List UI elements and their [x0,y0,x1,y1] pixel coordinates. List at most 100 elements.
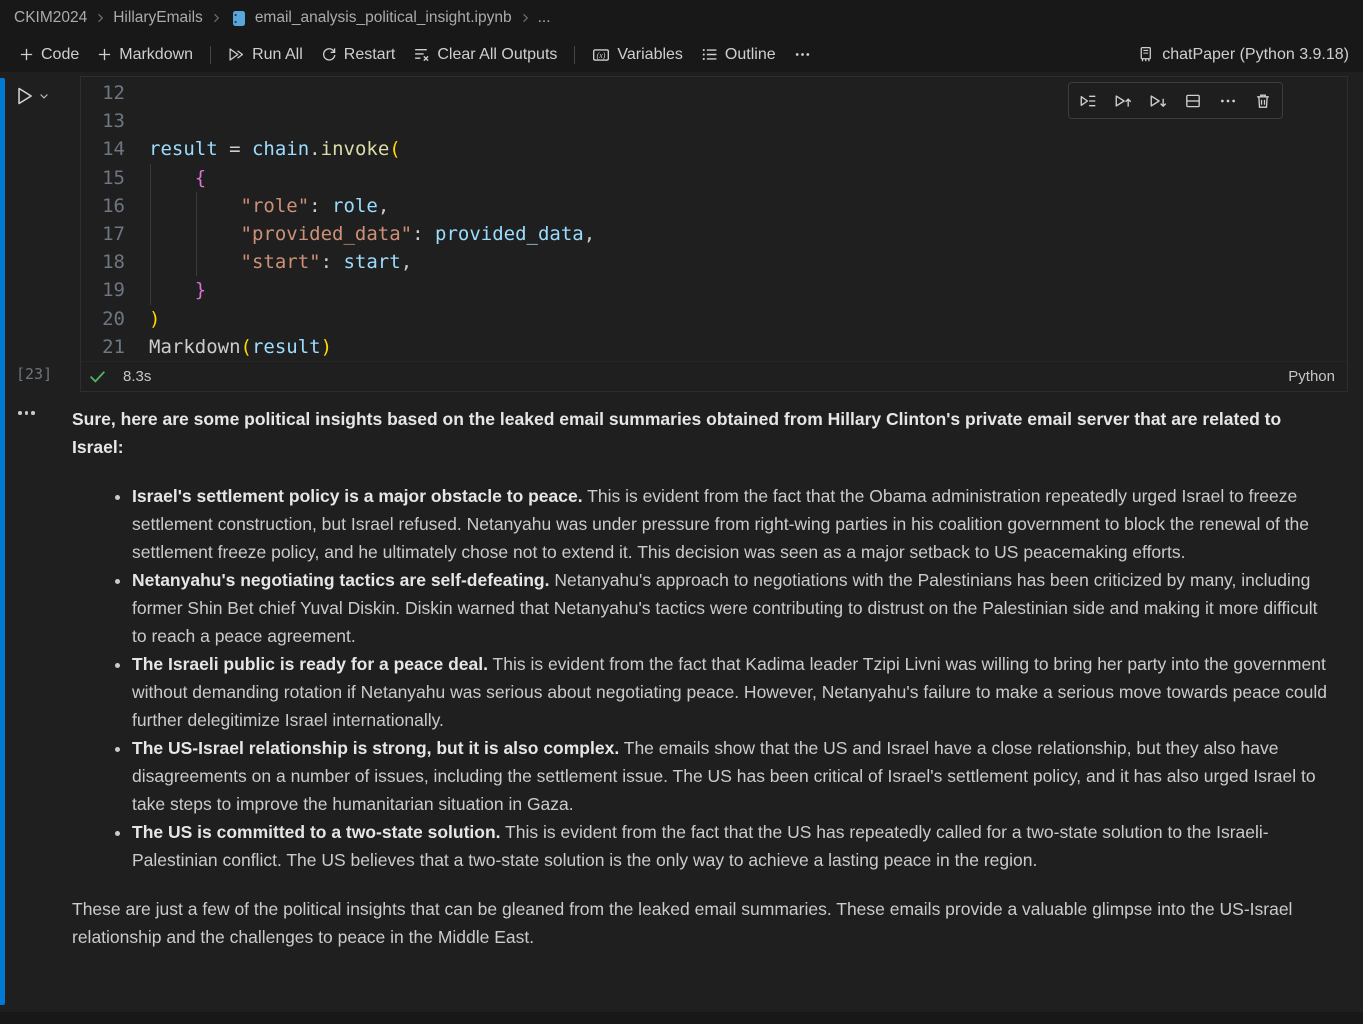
indent-guide [150,192,151,220]
code-line[interactable]: 16 "role": role, [81,192,1347,220]
ellipsis-icon [31,411,35,415]
code-text[interactable]: "provided_data": provided_data, [149,220,1347,248]
indent-guide [196,220,197,248]
chevron-right-icon [519,12,531,24]
split-cell-icon [1184,92,1202,110]
code-text[interactable]: result = chain.invoke( [149,135,1347,163]
more-cell-actions-button[interactable] [1215,88,1241,114]
toolbar-separator [210,46,211,64]
clear-all-outputs-button[interactable]: Clear All Outputs [404,42,566,68]
restart-icon [321,47,337,63]
delete-cell-button[interactable] [1250,88,1276,114]
code-line[interactable]: 18 "start": start, [81,248,1347,276]
code-text[interactable]: ) [149,305,1347,333]
list-item: Israel's settlement policy is a major ob… [132,482,1334,566]
line-number: 12 [81,79,125,107]
chevron-down-icon[interactable] [38,90,50,102]
add-code-cell-button[interactable]: Code [10,42,88,68]
outline-icon [701,46,718,63]
notebook-file-icon [231,10,246,27]
code-text[interactable]: { [149,164,1347,192]
more-actions-button[interactable] [785,42,820,67]
insight-list: Israel's settlement policy is a major ob… [72,482,1334,874]
code-text[interactable]: Markdown(result) [149,333,1347,361]
insight-title: Netanyahu's negotiating tactics are self… [132,570,549,590]
output-menu-button[interactable] [16,407,37,419]
insight-title: The Israeli public is ready for a peace … [132,654,488,674]
add-markdown-label: Markdown [119,46,193,64]
clear-all-outputs-label: Clear All Outputs [437,46,557,64]
insight-title: Israel's settlement policy is a major ob… [132,486,583,506]
code-line[interactable]: 20) [81,305,1347,333]
ellipsis-icon [25,411,29,415]
code-line[interactable]: 17 "provided_data": provided_data, [81,220,1347,248]
insight-title: The US is committed to a two-state solut… [132,822,501,842]
run-all-label: Run All [252,46,303,64]
trash-icon [1254,92,1272,110]
notebook-cell-area: 121314result = chain.invoke(15 {16 "role… [0,72,1363,1012]
code-line[interactable]: 19 } [81,276,1347,304]
plus-icon [97,47,112,62]
kernel-icon [1137,46,1154,63]
run-cell-button[interactable] [13,85,50,107]
breadcrumb-item-folder[interactable]: HillaryEmails [113,9,203,27]
code-cell-editor: 121314result = chain.invoke(15 {16 "role… [80,76,1348,392]
run-all-icon [228,46,245,63]
breadcrumb-item-more[interactable]: ... [538,9,551,27]
execute-cell-and-below-button[interactable] [1145,88,1171,114]
kernel-picker-button[interactable]: chatPaper (Python 3.9.18) [1137,36,1349,73]
indent-guide [150,164,151,192]
list-item: Netanyahu's negotiating tactics are self… [132,566,1334,650]
code-line[interactable]: 15 { [81,164,1347,192]
code-text[interactable]: } [149,276,1347,304]
plus-icon [19,47,34,62]
restart-label: Restart [344,46,396,64]
code-lines[interactable]: 121314result = chain.invoke(15 {16 "role… [81,77,1347,361]
indent-guide [196,248,197,276]
execute-above-cells-button[interactable] [1110,88,1136,114]
toolbar-separator [574,46,575,64]
play-icon [13,85,35,107]
output-outro-paragraph: These are just a few of the political in… [72,895,1334,951]
line-number: 18 [81,248,125,276]
outline-button[interactable]: Outline [692,42,785,68]
list-item: The US-Israel relationship is strong, bu… [132,734,1334,818]
execution-count: [23] [16,365,52,383]
variables-label: Variables [617,46,683,64]
add-code-label: Code [41,46,79,64]
run-by-line-button[interactable] [1075,88,1101,114]
line-number: 21 [81,333,125,361]
indent-guide [150,276,151,304]
code-text[interactable]: "role": role, [149,192,1347,220]
output-intro-paragraph: Sure, here are some political insights b… [72,405,1334,461]
ellipsis-icon [1219,92,1237,110]
ellipsis-icon [794,46,811,63]
run-by-line-icon [1079,92,1097,110]
chevron-right-icon [210,12,222,24]
restart-button[interactable]: Restart [312,42,405,68]
code-line[interactable]: 14result = chain.invoke( [81,135,1347,163]
variables-icon: (x) [592,46,610,64]
cell-language-picker[interactable]: Python [1288,368,1335,385]
run-below-icon [1149,92,1167,110]
kernel-label: chatPaper (Python 3.9.18) [1162,46,1349,64]
markdown-output: Sure, here are some political insights b… [72,398,1334,951]
split-cell-button[interactable] [1180,88,1206,114]
cell-status-bar: 8.3s Python [81,361,1347,391]
add-markdown-cell-button[interactable]: Markdown [88,42,202,68]
success-check-icon [88,367,107,386]
run-all-button[interactable]: Run All [219,42,312,68]
breadcrumb-item-file[interactable]: email_analysis_political_insight.ipynb [255,9,512,27]
line-number: 13 [81,107,125,135]
code-line[interactable]: 21 Markdown(result) [81,333,1347,361]
breadcrumb-item-folder[interactable]: CKIM2024 [14,9,87,27]
outline-label: Outline [725,46,776,64]
line-number: 15 [81,164,125,192]
chevron-right-icon [94,12,106,24]
line-number: 16 [81,192,125,220]
execution-duration: 8.3s [123,368,151,385]
code-text[interactable]: "start": start, [149,248,1347,276]
indent-guide [196,192,197,220]
variables-button[interactable]: (x) Variables [583,42,692,68]
line-number: 19 [81,276,125,304]
